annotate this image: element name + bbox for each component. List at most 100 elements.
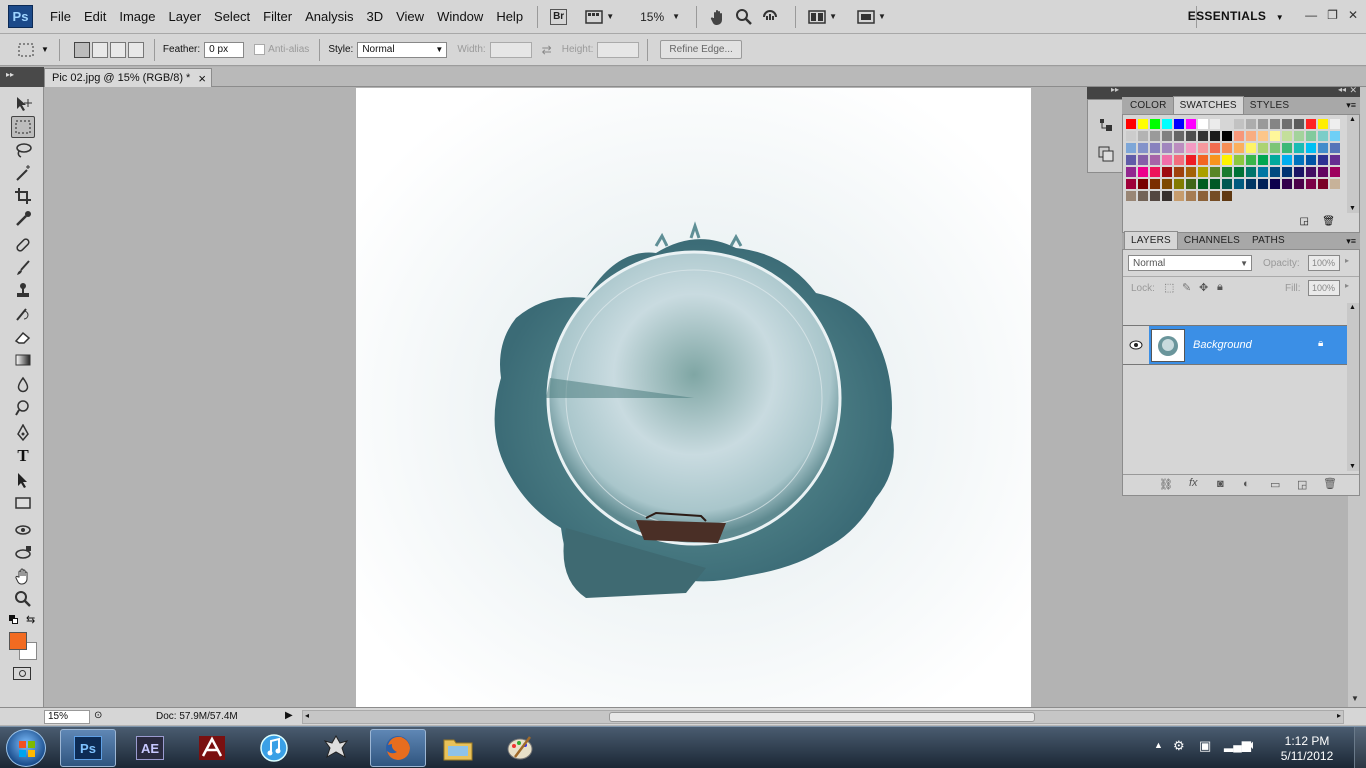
healing-brush-tool[interactable] bbox=[11, 234, 35, 256]
add-to-selection-button[interactable] bbox=[91, 41, 108, 58]
swatch-cell[interactable] bbox=[1162, 191, 1173, 202]
swap-colors-icon[interactable]: ⇆ bbox=[26, 613, 35, 626]
trash-icon[interactable]: 🗑 bbox=[1322, 216, 1335, 227]
swatch-cell[interactable] bbox=[1186, 167, 1197, 178]
swatch-cell[interactable] bbox=[1222, 191, 1233, 202]
swatch-cell[interactable] bbox=[1318, 143, 1329, 154]
taskbar-paint[interactable] bbox=[492, 729, 548, 767]
swatch-cell[interactable] bbox=[1174, 131, 1185, 142]
hand-tool-button[interactable] bbox=[705, 6, 731, 28]
swatch-cell[interactable] bbox=[1222, 155, 1233, 166]
swatch-cell[interactable] bbox=[1126, 155, 1137, 166]
swatch-cell[interactable] bbox=[1198, 131, 1209, 142]
swatch-cell[interactable] bbox=[1174, 143, 1185, 154]
quick-mask-button[interactable] bbox=[13, 667, 31, 680]
taskbar-firefox[interactable] bbox=[370, 729, 426, 767]
steam-icon[interactable]: ⚙ bbox=[1173, 738, 1185, 754]
menu-image[interactable]: Image bbox=[119, 9, 155, 24]
swatch-cell[interactable] bbox=[1330, 143, 1341, 154]
menu-edit[interactable]: Edit bbox=[84, 9, 106, 24]
menu-filter[interactable]: Filter bbox=[263, 9, 292, 24]
swatch-cell[interactable] bbox=[1210, 119, 1221, 130]
swatch-cell[interactable] bbox=[1270, 119, 1281, 130]
swatch-cell[interactable] bbox=[1282, 119, 1293, 130]
tab-layers[interactable]: LAYERS bbox=[1124, 231, 1178, 249]
trash-icon[interactable]: 🗑 bbox=[1323, 477, 1337, 490]
swatch-cell[interactable] bbox=[1126, 179, 1137, 190]
collapse-panel-icon[interactable]: ◂◂ bbox=[1338, 85, 1346, 94]
swatch-cell[interactable] bbox=[1138, 119, 1149, 130]
scroll-left-icon[interactable]: ◂ bbox=[305, 711, 309, 720]
swatch-cell[interactable] bbox=[1234, 131, 1245, 142]
volume-icon[interactable]: 🔈︎ bbox=[1249, 737, 1257, 753]
swatch-cell[interactable] bbox=[1294, 167, 1305, 178]
network-signal-icon[interactable]: ▂▄▆ bbox=[1224, 738, 1251, 752]
swatch-cell[interactable] bbox=[1270, 167, 1281, 178]
swatch-cell[interactable] bbox=[1258, 179, 1269, 190]
swatch-cell[interactable] bbox=[1150, 119, 1161, 130]
preview-icon[interactable]: ⊙ bbox=[94, 710, 102, 721]
swatch-cell[interactable] bbox=[1126, 191, 1137, 202]
swatch-cell[interactable] bbox=[1210, 167, 1221, 178]
new-swatch-icon[interactable]: ◲ bbox=[1300, 216, 1309, 227]
swatch-cell[interactable] bbox=[1126, 131, 1137, 142]
lock-transparency-icon[interactable]: ⬚ bbox=[1164, 281, 1174, 294]
swatch-cell[interactable] bbox=[1150, 179, 1161, 190]
anti-alias-checkbox[interactable] bbox=[254, 44, 266, 55]
swatch-cell[interactable] bbox=[1318, 119, 1329, 130]
fill-input[interactable]: 100% bbox=[1308, 280, 1340, 296]
swatch-cell[interactable] bbox=[1222, 143, 1233, 154]
swatch-cell[interactable] bbox=[1162, 143, 1173, 154]
fill-slider-icon[interactable]: ▸ bbox=[1345, 281, 1349, 290]
swatch-cell[interactable] bbox=[1198, 155, 1209, 166]
swatch-cell[interactable] bbox=[1174, 191, 1185, 202]
swatch-cell[interactable] bbox=[1294, 119, 1305, 130]
scroll-down-icon[interactable]: ▼ bbox=[1349, 205, 1356, 212]
new-layer-icon[interactable]: ◲ bbox=[1297, 478, 1307, 491]
minimize-icon[interactable]: — bbox=[1305, 8, 1317, 22]
swatch-cell[interactable] bbox=[1186, 179, 1197, 190]
move-tool[interactable] bbox=[11, 93, 35, 115]
panel-menu-icon[interactable]: ▾≡ bbox=[1346, 236, 1356, 247]
swatch-cell[interactable] bbox=[1126, 119, 1137, 130]
menu-analysis[interactable]: Analysis bbox=[305, 9, 353, 24]
swatch-cell[interactable] bbox=[1174, 167, 1185, 178]
workspace-switcher[interactable]: ESSENTIALS ▼ bbox=[1188, 9, 1284, 23]
zoom-tool-button[interactable] bbox=[731, 6, 757, 28]
properties-panel-button[interactable] bbox=[1097, 145, 1115, 166]
swatch-cell[interactable] bbox=[1138, 143, 1149, 154]
restore-icon[interactable]: ❐ bbox=[1327, 8, 1338, 22]
swatch-cell[interactable] bbox=[1210, 143, 1221, 154]
canvas-area[interactable] bbox=[44, 87, 1122, 707]
menu-view[interactable]: View bbox=[396, 9, 424, 24]
scroll-down-icon[interactable]: ▼ bbox=[1349, 463, 1356, 470]
hand-tool[interactable] bbox=[11, 565, 35, 587]
swatch-cell[interactable] bbox=[1234, 143, 1245, 154]
swatch-cell[interactable] bbox=[1174, 179, 1185, 190]
swatch-cell[interactable] bbox=[1330, 155, 1341, 166]
swatch-cell[interactable] bbox=[1210, 191, 1221, 202]
swatch-cell[interactable] bbox=[1198, 143, 1209, 154]
horizontal-scroll-thumb[interactable] bbox=[609, 712, 1035, 722]
swatch-cell[interactable] bbox=[1186, 191, 1197, 202]
swatch-cell[interactable] bbox=[1186, 143, 1197, 154]
swatch-cell[interactable] bbox=[1294, 131, 1305, 142]
swatch-cell[interactable] bbox=[1270, 179, 1281, 190]
menu-window[interactable]: Window bbox=[437, 9, 483, 24]
swatch-cell[interactable] bbox=[1222, 179, 1233, 190]
tool-preset-picker[interactable]: ▼ bbox=[16, 41, 49, 59]
swap-dimensions-icon[interactable]: ⇄ bbox=[542, 43, 552, 57]
swatch-cell[interactable] bbox=[1198, 179, 1209, 190]
swatch-cell[interactable] bbox=[1186, 131, 1197, 142]
swatch-cell[interactable] bbox=[1138, 191, 1149, 202]
swatch-cell[interactable] bbox=[1222, 119, 1233, 130]
tab-color[interactable]: COLOR bbox=[1124, 97, 1173, 114]
swatch-cell[interactable] bbox=[1270, 155, 1281, 166]
swatch-cell[interactable] bbox=[1234, 155, 1245, 166]
swatch-cell[interactable] bbox=[1258, 119, 1269, 130]
minibridge-button[interactable]: ▼ bbox=[581, 6, 618, 28]
eraser-tool[interactable] bbox=[11, 326, 35, 348]
swatch-cell[interactable] bbox=[1138, 179, 1149, 190]
lasso-tool[interactable] bbox=[11, 139, 35, 161]
close-icon[interactable]: × bbox=[198, 71, 206, 86]
